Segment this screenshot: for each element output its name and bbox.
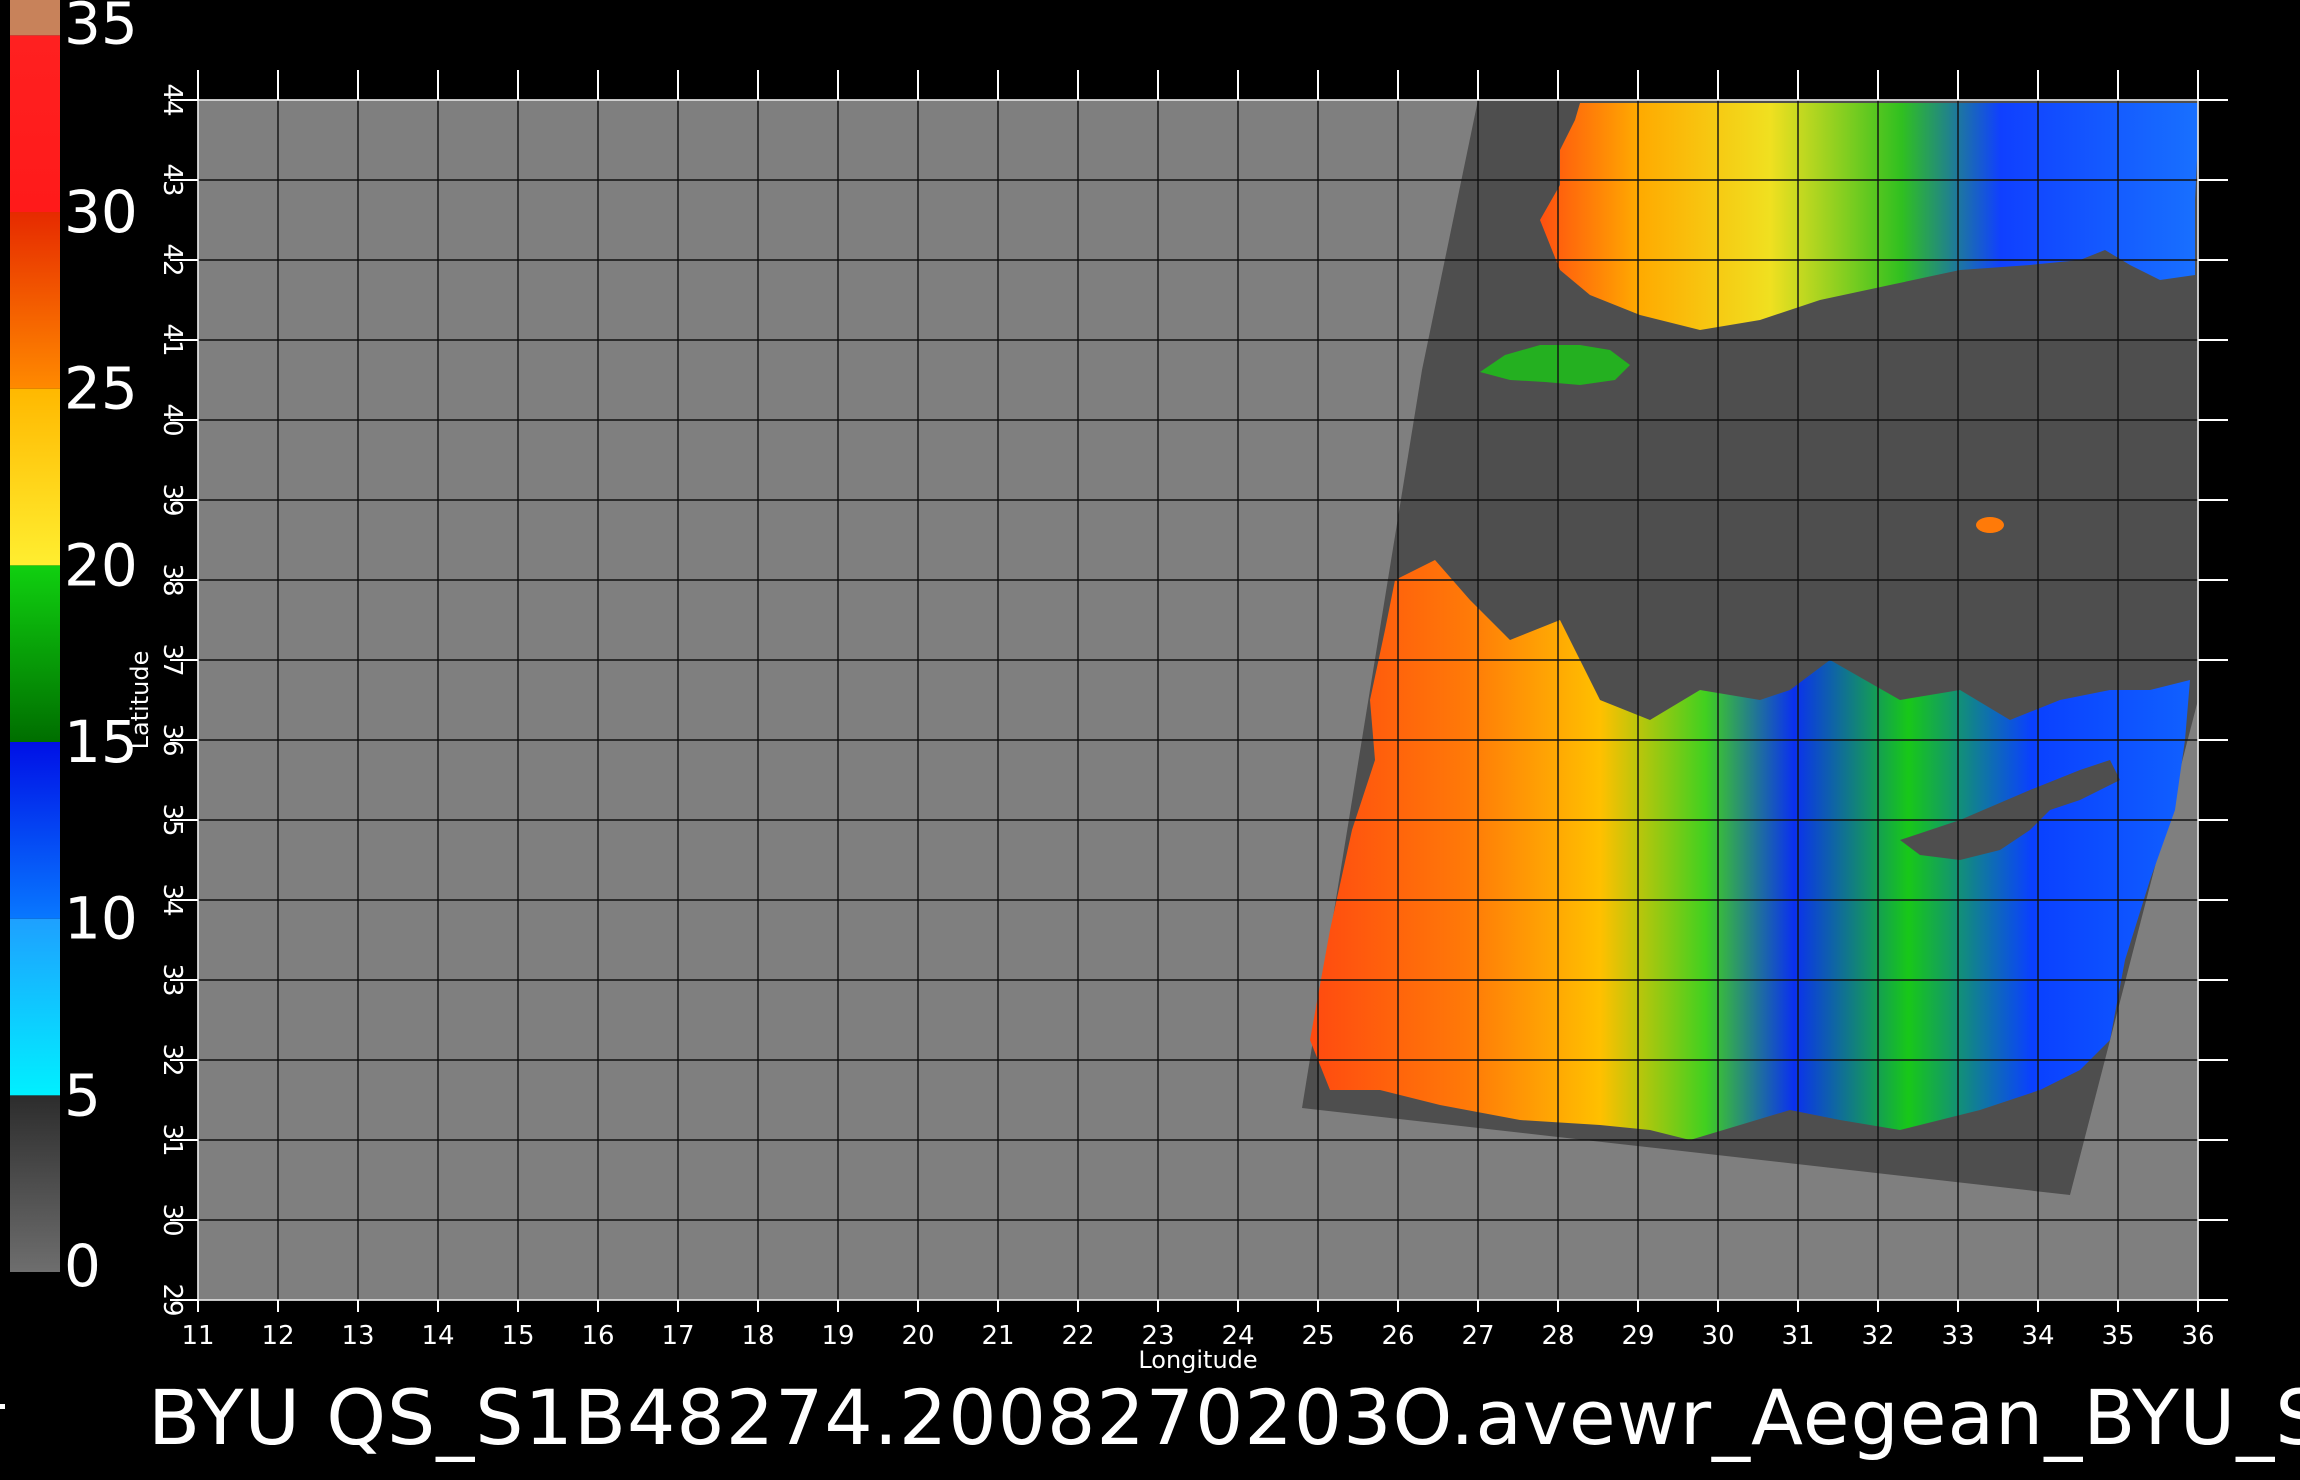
x-tick-label: 22	[1061, 1321, 1094, 1351]
x-tick-label: 34	[2021, 1321, 2054, 1351]
x-tick-label: 19	[821, 1321, 854, 1351]
y-tick-label: 40	[157, 403, 187, 436]
colorbar-segment	[10, 0, 60, 36]
colorbar: 35302520151050	[10, 0, 138, 1300]
y-tick-label: 43	[157, 163, 187, 196]
colorbar-segment	[10, 35, 60, 213]
x-tick-label: 30	[1701, 1321, 1734, 1351]
map-plot-area	[198, 100, 2198, 1300]
y-tick-label: 39	[157, 483, 187, 516]
x-tick-label: 32	[1861, 1321, 1894, 1351]
y-tick-label: 31	[157, 1123, 187, 1156]
x-tick-label: 35	[2101, 1321, 2134, 1351]
y-tick-label: 33	[157, 963, 187, 996]
x-tick-label: 27	[1461, 1321, 1494, 1351]
x-tick-label: 16	[581, 1321, 614, 1351]
colorbar-segment	[10, 212, 60, 389]
x-tick-label: 18	[741, 1321, 774, 1351]
colorbar-segment	[10, 388, 60, 566]
y-tick-label: 35	[157, 803, 187, 836]
x-tick-label: 14	[421, 1321, 454, 1351]
figure-caption: BYU QS_S1B48274.2008270203O.avewr_Aegean…	[148, 1373, 2300, 1462]
x-tick-label: 21	[981, 1321, 1014, 1351]
x-tick-label: 11	[181, 1321, 214, 1351]
x-tick-label: 26	[1381, 1321, 1414, 1351]
colorbar-label: 5	[64, 1061, 101, 1129]
y-tick-label: 42	[157, 243, 187, 276]
x-tick-label: 33	[1941, 1321, 1974, 1351]
x-tick-label: 15	[501, 1321, 534, 1351]
colorbar-label: 25	[64, 355, 138, 423]
x-tick-label: 12	[261, 1321, 294, 1351]
colorbar-label: 30	[64, 178, 138, 246]
x-tick-label: 13	[341, 1321, 374, 1351]
x-tick-label: 36	[2181, 1321, 2214, 1351]
y-tick-label: 37	[157, 643, 187, 676]
x-tick-label: 17	[661, 1321, 694, 1351]
colorbar-segment	[10, 565, 60, 742]
wind-map-figure: 35302520151050 11 12 13 14 15 16 17 18 19 20 21 22 2…	[10, 0, 2228, 1374]
wind-field-islet	[1976, 517, 2004, 533]
colorbar-label: 35	[64, 0, 138, 57]
x-tick-label: 28	[1541, 1321, 1574, 1351]
colorbar-label: 20	[64, 531, 138, 599]
y-tick-label: 44	[157, 83, 187, 116]
colorbar-segment	[10, 1095, 60, 1272]
y-tick-label: 36	[157, 723, 187, 756]
x-tick-label: 31	[1781, 1321, 1814, 1351]
colorbar-label: 0	[64, 1232, 101, 1300]
edge-marker	[0, 1404, 5, 1409]
y-tick-label: 38	[157, 563, 187, 596]
y-axis-title: Latitude	[126, 651, 154, 750]
y-tick-label: 41	[157, 323, 187, 356]
x-tick-label: 29	[1621, 1321, 1654, 1351]
y-tick-label: 30	[157, 1203, 187, 1236]
y-tick-label: 34	[157, 883, 187, 916]
colorbar-segment	[10, 742, 60, 919]
colorbar-segment	[10, 918, 60, 1096]
y-tick-label: 32	[157, 1043, 187, 1076]
colorbar-label: 10	[64, 885, 138, 953]
x-tick-label: 20	[901, 1321, 934, 1351]
y-tick-label: 29	[157, 1283, 187, 1316]
x-tick-label: 25	[1301, 1321, 1334, 1351]
